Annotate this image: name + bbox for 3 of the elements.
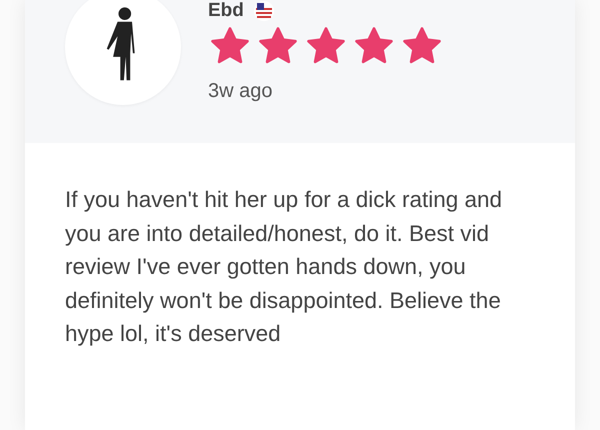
author-name: Ebd <box>208 0 244 22</box>
review-time: 3w ago <box>208 80 274 103</box>
review-text: If you haven't hit her up for a dick rating and you are into detailed/honest, do it. Best vid review I've ever gotten hands down, you definitely won't be disappointed. Believe the hype lol, it's deserved <box>64 186 504 348</box>
